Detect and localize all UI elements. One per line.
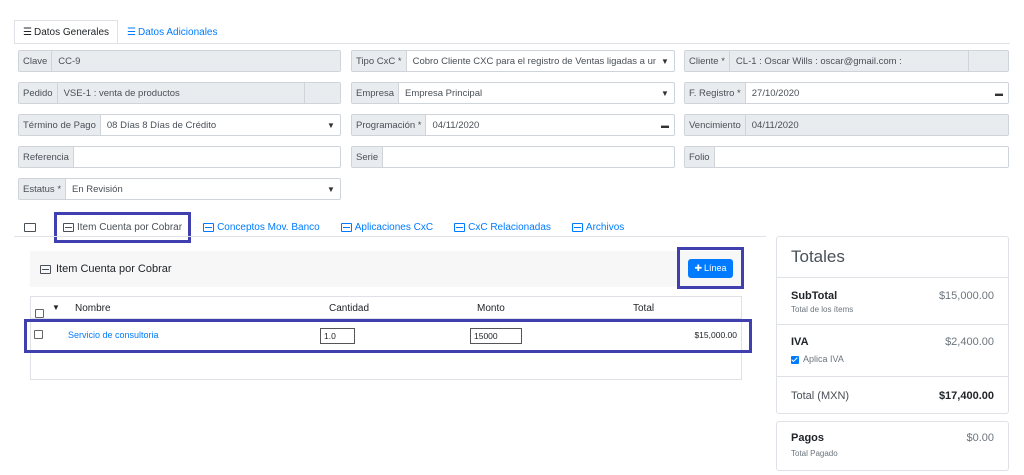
folio-input[interactable]: Folio	[684, 146, 1009, 168]
tab-datos-adicionales[interactable]: ☰ Datos Adicionales	[118, 20, 227, 44]
tab-archivos[interactable]: Archivos	[571, 222, 624, 233]
cliente-addon	[968, 51, 1008, 71]
col-monto: Monto	[477, 303, 505, 314]
monto-input[interactable]: 15000	[470, 328, 522, 344]
aplica-iva-checkbox[interactable]: Aplica IVA	[791, 354, 844, 364]
checkbox-icon	[791, 355, 799, 364]
vencimiento-field: Vencimiento 04/11/2020	[684, 114, 1009, 136]
chevron-down-icon: ▼	[661, 88, 669, 98]
chevron-down-icon: ▼	[327, 184, 335, 194]
cliente-field: Cliente * CL-1 : Oscar Wills : oscar@gma…	[684, 50, 1009, 72]
tab-conceptos-mov-banco[interactable]: Conceptos Mov. Banco	[203, 222, 320, 233]
subtabs-divider	[14, 236, 766, 237]
caret-down-icon[interactable]: ▼	[52, 303, 60, 312]
calendar-icon[interactable]: ▬	[656, 115, 674, 135]
calendar-icon[interactable]: ▬	[990, 83, 1008, 103]
serie-input[interactable]: Serie	[351, 146, 675, 168]
list-icon: ☰	[127, 26, 136, 38]
empresa-select[interactable]: Empresa Empresa Principal ▼	[351, 82, 675, 104]
estatus-select[interactable]: Estatus * En Revisión ▼	[18, 178, 341, 200]
totals-card: Totales SubTotal Total de los ítems $15,…	[776, 236, 1009, 414]
detail-tabs: Item Cuenta por Cobrar Conceptos Mov. Ba…	[24, 212, 624, 243]
tab-cxc-relacionadas[interactable]: CxC Relacionadas	[454, 222, 551, 233]
cantidad-input[interactable]: 1.0	[320, 328, 355, 344]
items-card-header: Item Cuenta por Cobrar	[30, 251, 742, 287]
tab-aplicaciones-cxc[interactable]: Aplicaciones CxC	[340, 222, 433, 233]
add-line-button[interactable]: ✚ Línea	[688, 258, 733, 278]
tab-datos-generales[interactable]: ☰ Datos Generales	[14, 20, 119, 44]
row-total: $15,000.00	[694, 330, 737, 340]
table-header: ▼ Nombre Cantidad Monto Total	[31, 297, 741, 319]
card-icon	[340, 223, 352, 232]
programacion-input[interactable]: Programación * 04/11/2020 ▬	[351, 114, 675, 136]
iva-row: IVA Aplica IVA $2,400.00	[777, 324, 1008, 376]
row-checkbox[interactable]	[34, 330, 43, 341]
termino-pago-select[interactable]: Término de Pago 08 Días 8 Días de Crédit…	[18, 114, 341, 136]
pedido-field: Pedido VSE-1 : venta de productos	[18, 82, 341, 104]
main-tabs: ☰ Datos Generales ☰ Datos Adicionales	[14, 20, 227, 44]
referencia-input[interactable]: Referencia	[18, 146, 341, 168]
card-icon	[571, 223, 583, 232]
add-line-highlight: ✚ Línea	[677, 247, 744, 289]
pedido-addon	[304, 83, 340, 103]
col-total: Total	[633, 303, 655, 314]
chevron-down-icon: ▼	[327, 120, 335, 130]
folder-icon[interactable]	[24, 223, 36, 232]
tab-item-cuenta-por-cobrar[interactable]: Item Cuenta por Cobrar	[54, 212, 192, 243]
item-name-link[interactable]: Servicio de consultoria	[68, 330, 159, 340]
pagos-card: Pagos Total Pagado $0.00	[776, 421, 1009, 471]
subtotal-row: SubTotal Total de los ítems $15,000.00	[777, 277, 1008, 324]
card-icon	[63, 223, 74, 232]
f-registro-input[interactable]: F. Registro * 27/10/2020 ▬	[684, 82, 1009, 104]
table-row: Servicio de consultoria 1.0 15000 $15,00…	[30, 322, 742, 350]
totals-title: Totales	[791, 247, 845, 266]
col-cantidad: Cantidad	[329, 303, 370, 314]
card-icon	[203, 223, 215, 232]
card-icon	[454, 223, 466, 232]
clave-field: Clave CC-9	[18, 50, 341, 72]
tipo-cxc-select[interactable]: Tipo CxC * Cobro Cliente CXC para el reg…	[351, 50, 675, 72]
total-row: Total (MXN) $17,400.00	[777, 376, 1008, 414]
card-icon	[40, 264, 51, 274]
chevron-down-icon: ▼	[661, 56, 669, 66]
col-nombre: Nombre	[75, 303, 111, 314]
plus-icon: ✚	[694, 262, 702, 273]
tabs-divider	[14, 43, 1010, 44]
list-icon: ☰	[23, 26, 32, 38]
